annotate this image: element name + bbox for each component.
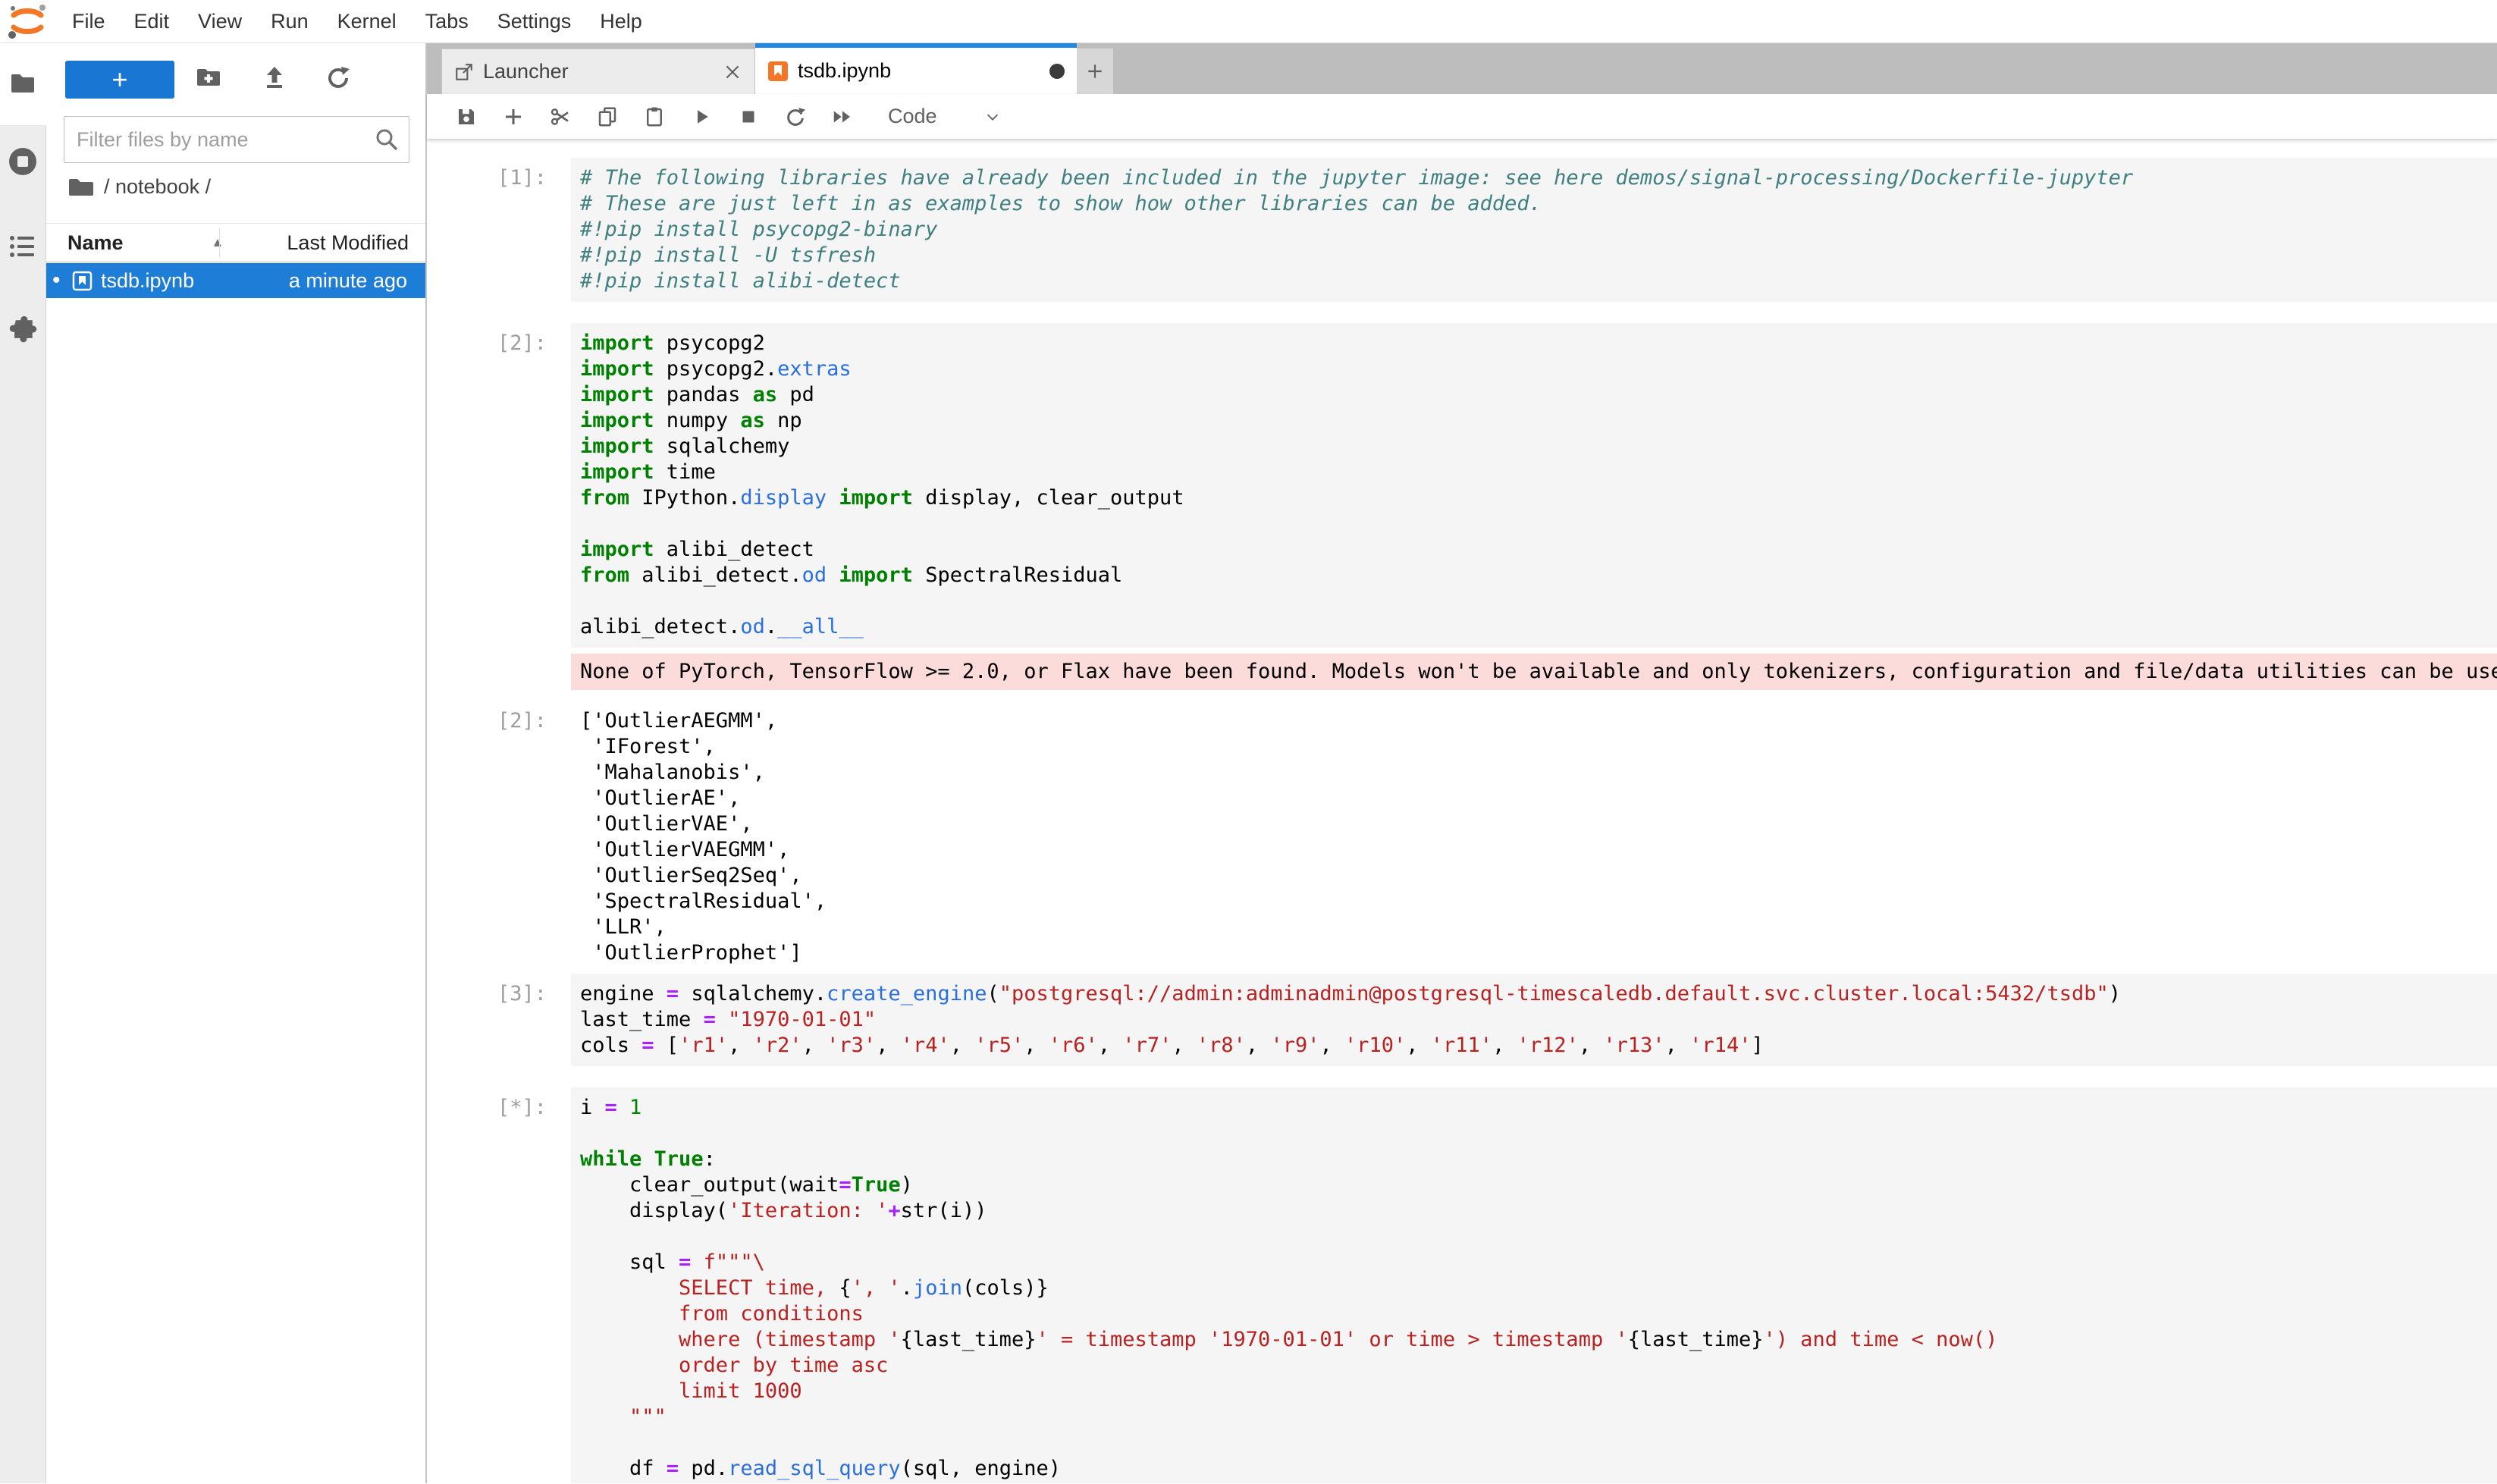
cell-prompt: [1]: — [427, 158, 571, 302]
table-of-contents-icon[interactable] — [8, 231, 38, 262]
folder-icon[interactable] — [8, 69, 38, 99]
menu-file[interactable]: File — [58, 10, 120, 33]
refresh-icon[interactable] — [325, 64, 352, 92]
tab-launcher-label: Launcher — [483, 60, 723, 83]
run-icon[interactable] — [689, 105, 714, 129]
code-cell-3: [3]: engine = sqlalchemy.create_engine("… — [427, 974, 2497, 1066]
chevron-down-icon — [984, 108, 1001, 125]
stderr-output: None of PyTorch, TensorFlow >= 2.0, or F… — [571, 654, 2497, 690]
cell-editor[interactable]: import psycopg2import psycopg2.extrasimp… — [571, 323, 2497, 648]
filter-files-input[interactable] — [64, 116, 409, 163]
notebook-file-icon — [72, 271, 93, 291]
tab-notebook-active[interactable]: tsdb.ipynb — [755, 43, 1077, 94]
tab-notebook-label: tsdb.ipynb — [798, 59, 1049, 83]
cell-type-label: Code — [888, 105, 937, 128]
menu-tabs[interactable]: Tabs — [411, 10, 483, 33]
column-header-name[interactable]: Name — [46, 231, 124, 255]
file-browser-panel: + / notebook / Name ▲ Last Modified • — [46, 43, 427, 1483]
menu-settings[interactable]: Settings — [483, 10, 586, 33]
breadcrumb[interactable]: / notebook / — [67, 175, 211, 199]
paste-icon[interactable] — [642, 105, 667, 129]
new-folder-button[interactable] — [195, 64, 222, 92]
menubar: File Edit View Run Kernel Tabs Settings … — [0, 0, 2497, 43]
file-last-modified: a minute ago — [289, 269, 407, 293]
cell-prompt: [2]: — [427, 323, 571, 648]
menu-help[interactable]: Help — [585, 10, 657, 33]
search-icon — [374, 127, 400, 152]
menu-edit[interactable]: Edit — [120, 10, 184, 33]
file-list-header: Name ▲ Last Modified — [46, 223, 425, 262]
file-open-dot: • — [52, 263, 61, 298]
column-divider — [219, 228, 220, 257]
add-cell-icon[interactable] — [501, 105, 525, 129]
tab-launcher[interactable]: Launcher — [441, 49, 755, 94]
cell-prompt: [3]: — [427, 974, 571, 1066]
activity-bar — [0, 43, 46, 1483]
new-launcher-button[interactable]: + — [65, 61, 174, 99]
copy-icon[interactable] — [595, 105, 620, 129]
tab-bar: Launcher tsdb.ipynb — [427, 43, 2497, 94]
close-icon[interactable] — [723, 62, 742, 82]
fast-forward-icon[interactable] — [830, 105, 855, 129]
file-name: tsdb.ipynb — [101, 269, 194, 293]
running-sessions-icon[interactable] — [8, 146, 38, 177]
jupyter-logo-icon — [8, 3, 47, 39]
restart-icon[interactable] — [783, 105, 808, 129]
file-row-selected[interactable]: • tsdb.ipynb a minute ago — [46, 263, 425, 298]
cell-editor[interactable]: i = 1 while True: clear_output(wait=True… — [571, 1087, 2497, 1483]
output-result: ['OutlierAEGMM', 'IForest', 'Mahalanobis… — [571, 701, 2497, 974]
menu-run[interactable]: Run — [256, 10, 323, 33]
stop-icon[interactable] — [736, 105, 761, 129]
upload-icon[interactable] — [261, 64, 288, 92]
cut-icon[interactable] — [548, 105, 572, 129]
new-tab-button[interactable] — [1077, 49, 1113, 94]
cell-type-select[interactable]: Code — [888, 105, 1001, 128]
code-cell-4-running: [*]: i = 1 while True: clear_output(wait… — [427, 1087, 2497, 1483]
code-cell-1: [1]: # The following libraries have alre… — [427, 158, 2497, 302]
menu-view[interactable]: View — [184, 10, 256, 33]
sort-ascending-icon[interactable]: ▲ — [212, 235, 224, 250]
extensions-icon[interactable] — [8, 315, 38, 345]
code-cell-2: [2]: import psycopg2import psycopg2.extr… — [427, 323, 2497, 648]
cell-editor[interactable]: engine = sqlalchemy.create_engine("postg… — [571, 974, 2497, 1066]
launcher-icon — [454, 62, 474, 82]
notebook-toolbar: Code — [427, 94, 2497, 140]
save-icon[interactable] — [454, 105, 478, 129]
cell-2-output: [2]: ['OutlierAEGMM', 'IForest', 'Mahala… — [427, 701, 2497, 974]
breadcrumb-path: / notebook / — [104, 175, 211, 199]
column-header-last-modified[interactable]: Last Modified — [287, 231, 409, 255]
unsaved-changes-dot[interactable] — [1049, 64, 1065, 79]
output-prompt: [2]: — [427, 701, 571, 974]
notebook-icon — [767, 61, 789, 82]
main-area: Launcher tsdb.ipynb — [427, 43, 2497, 1483]
breadcrumb-folder-icon — [67, 176, 95, 199]
cell-editor[interactable]: # The following libraries have already b… — [571, 158, 2497, 302]
cell-prompt-busy: [*]: — [427, 1087, 571, 1483]
notebook-content: [1]: # The following libraries have alre… — [427, 140, 2497, 1483]
menu-kernel[interactable]: Kernel — [323, 10, 411, 33]
